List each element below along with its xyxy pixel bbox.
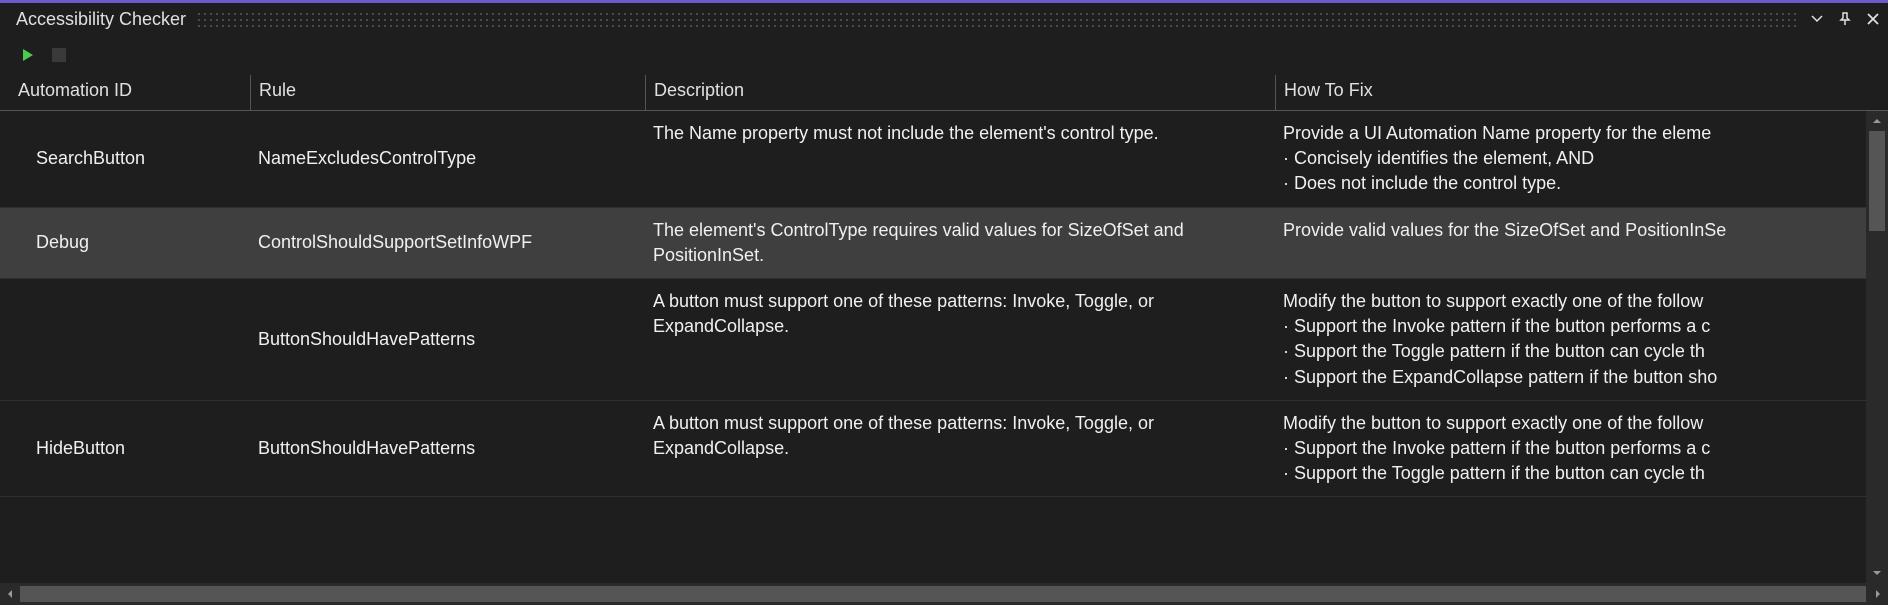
panel-options-dropdown[interactable]: [1808, 10, 1826, 28]
accessibility-checker-panel: Accessibility Checker Automation ID Rule…: [0, 0, 1888, 605]
panel-controls: [1808, 10, 1882, 28]
cell-description: The element's ControlType requires valid…: [645, 208, 1275, 278]
cell-description: A button must support one of these patte…: [645, 401, 1275, 497]
vertical-scroll-thumb[interactable]: [1869, 131, 1885, 231]
cell-description: A button must support one of these patte…: [645, 279, 1275, 400]
table-row[interactable]: SearchButtonNameExcludesControlTypeThe N…: [0, 111, 1888, 208]
scroll-right-arrow[interactable]: [1868, 583, 1888, 605]
cell-automation-id: Debug: [0, 208, 250, 278]
cell-how-to-fix: Provide valid values for the SizeOfSet a…: [1275, 208, 1888, 278]
cell-rule: NameExcludesControlType: [250, 111, 645, 207]
scroll-up-arrow[interactable]: [1866, 111, 1888, 131]
vertical-scroll-track[interactable]: [1866, 131, 1888, 563]
panel-title-bar: Accessibility Checker: [0, 3, 1888, 35]
cell-rule: ButtonShouldHavePatterns: [250, 279, 645, 400]
cell-automation-id: HideButton: [0, 401, 250, 497]
cell-automation-id: SearchButton: [0, 111, 250, 207]
results-grid: Automation ID Rule Description How To Fi…: [0, 75, 1888, 583]
vertical-scrollbar[interactable]: [1866, 111, 1888, 583]
horizontal-scroll-track[interactable]: [20, 583, 1868, 605]
panel-title: Accessibility Checker: [16, 9, 186, 30]
table-row[interactable]: HideButtonButtonShouldHavePatternsA butt…: [0, 401, 1888, 498]
cell-how-to-fix: Provide a UI Automation Name property fo…: [1275, 111, 1888, 207]
table-row[interactable]: DebugControlShouldSupportSetInfoWPFThe e…: [0, 208, 1888, 279]
grid-header: Automation ID Rule Description How To Fi…: [0, 75, 1888, 111]
cell-description: The Name property must not include the e…: [645, 111, 1275, 207]
column-header-how-to-fix[interactable]: How To Fix: [1275, 75, 1888, 110]
scroll-left-arrow[interactable]: [0, 583, 20, 605]
table-row[interactable]: ButtonShouldHavePatternsA button must su…: [0, 279, 1888, 401]
scroll-down-arrow[interactable]: [1866, 563, 1888, 583]
horizontal-scrollbar[interactable]: [0, 583, 1888, 605]
cell-rule: ControlShouldSupportSetInfoWPF: [250, 208, 645, 278]
title-drag-handle[interactable]: [196, 11, 1798, 27]
cell-how-to-fix: Modify the button to support exactly one…: [1275, 279, 1888, 400]
horizontal-scroll-thumb[interactable]: [20, 586, 1866, 602]
column-header-description[interactable]: Description: [645, 75, 1275, 110]
cell-rule: ButtonShouldHavePatterns: [250, 401, 645, 497]
stop-check-button[interactable]: [52, 48, 66, 62]
column-header-rule[interactable]: Rule: [250, 75, 645, 110]
toolbar: [0, 35, 1888, 75]
cell-automation-id: [0, 279, 250, 400]
grid-body: SearchButtonNameExcludesControlTypeThe N…: [0, 111, 1888, 583]
column-header-automation-id[interactable]: Automation ID: [0, 75, 250, 110]
pin-icon[interactable]: [1836, 10, 1854, 28]
run-check-button[interactable]: [20, 47, 36, 63]
close-icon[interactable]: [1864, 10, 1882, 28]
cell-how-to-fix: Modify the button to support exactly one…: [1275, 401, 1888, 497]
